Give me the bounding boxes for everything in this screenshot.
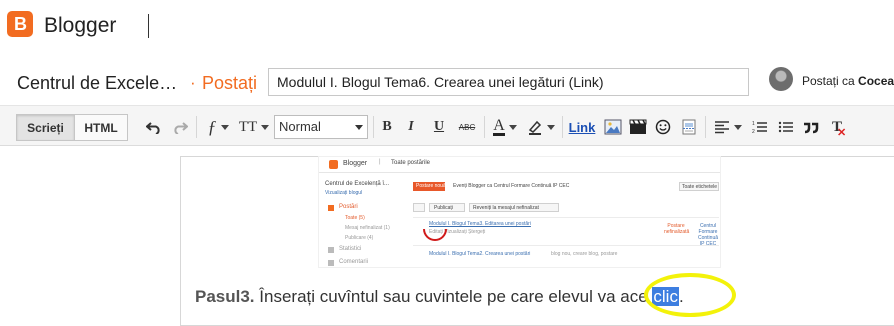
embedded-post2-meta: blog nou, creare blog, postare (551, 251, 618, 257)
embedded-revert-button: Reveniți la mesajul nefinalizat (469, 203, 559, 212)
italic-button[interactable]: I (403, 115, 419, 139)
app-divider (148, 14, 149, 38)
posting-as-label: Postați ca (802, 74, 855, 88)
avatar[interactable] (769, 67, 793, 91)
chevron-down-icon (220, 124, 229, 130)
embedded-view-blog: Vizualizați blogul (325, 190, 363, 196)
post-paragraph[interactable]: Pasul3. Înserați cuvîntul sau cuvintele … (195, 287, 684, 307)
chevron-down-icon (734, 124, 742, 130)
embedded-menu-published: Publicare (4) (345, 235, 374, 241)
app-bar: B Blogger (0, 0, 894, 56)
redo-icon[interactable] (170, 115, 190, 139)
embedded-menu-all: Toate (5) (345, 215, 365, 221)
clear-formatting-button[interactable]: T ✕ (827, 115, 847, 140)
step-label: Pasul3. (195, 287, 255, 306)
font-family-glyph: ƒ (207, 116, 217, 137)
chevron-down-icon (547, 124, 555, 130)
editor-toolbar: Scrieți HTML ƒ TT Normal B I U ABC A Lin… (0, 106, 894, 146)
embedded-new-post-label: Postare nouă (416, 183, 446, 189)
embedded-post2-title: Modulul I. Blogul Tema2. Crearea unei po… (429, 251, 531, 257)
highlight-color-button[interactable] (526, 115, 556, 139)
app-name[interactable]: Blogger (44, 14, 116, 38)
embedded-divider: | (379, 159, 381, 165)
strikethrough-button[interactable]: ABC (455, 115, 479, 139)
toolbar-divider (196, 116, 197, 138)
chevron-down-icon (261, 124, 270, 130)
paragraph-format-select[interactable]: Normal (274, 115, 368, 139)
post-header: Centrul de Excele… · Postați Postați ca … (0, 56, 894, 106)
embedded-post1-author: Centrul Formare Continuă IP CEC (697, 223, 718, 247)
embedded-posts-icon (328, 205, 334, 211)
embedded-row-divider (413, 245, 719, 246)
embedded-publish-label: Publicați (434, 205, 453, 211)
blogger-logo-letter: B (14, 14, 27, 34)
posting-as-user[interactable]: Coceas (858, 74, 894, 88)
insert-image-icon[interactable] (603, 115, 623, 139)
paragraph-text: Înserați cuvîntul sau cuvintele pe care … (254, 287, 621, 306)
highlighter-icon (528, 120, 542, 135)
embedded-post1-status: Postare nefinalizată (664, 223, 690, 235)
chevron-down-icon (355, 125, 363, 130)
toolbar-divider (562, 116, 563, 138)
bulleted-list-icon[interactable] (776, 115, 796, 139)
embedded-menu-posts: Postări (339, 204, 358, 210)
svg-text:2: 2 (752, 129, 755, 134)
jump-break-icon[interactable] (679, 115, 699, 139)
insert-video-icon[interactable] (628, 115, 648, 139)
undo-icon[interactable] (144, 115, 164, 139)
compose-mode-button[interactable]: Scrieți (16, 114, 75, 141)
numbered-list-icon[interactable]: 12 (750, 115, 770, 139)
font-family-button[interactable]: ƒ (203, 115, 233, 139)
underline-button[interactable]: U (430, 115, 448, 139)
toolbar-divider (705, 116, 706, 138)
link-button[interactable]: Link (568, 115, 596, 139)
embedded-all-posts: Toate postările (391, 160, 431, 166)
embedded-menu-comments: Comentarii (339, 259, 369, 265)
blog-name[interactable]: Centrul de Excele… (17, 73, 177, 94)
embedded-events-text: Evenți Blogger ca Centrul Formare Contin… (453, 183, 570, 189)
embedded-row-divider (413, 217, 719, 218)
embedded-publish-button: Publicați (429, 203, 465, 212)
embedded-brand: Blogger (343, 160, 368, 167)
emoji-icon[interactable] (653, 115, 673, 139)
embedded-select-checkbox (413, 203, 425, 212)
chevron-down-icon (508, 124, 517, 130)
align-left-icon (715, 121, 729, 134)
text-color-button[interactable]: A (490, 115, 520, 139)
embedded-new-post-button: Postare nouă (413, 182, 446, 191)
breadcrumb-separator: · (190, 73, 196, 92)
font-size-button[interactable]: TT (238, 115, 270, 139)
embedded-blog-name: Centrul de Excelență î... (325, 181, 390, 187)
clear-x-icon: ✕ (837, 127, 847, 139)
text-color-glyph: A (493, 117, 505, 136)
align-button[interactable] (712, 115, 744, 139)
blogger-logo-icon[interactable]: B (7, 11, 33, 37)
font-size-glyph: TT (238, 118, 258, 135)
paragraph-format-value: Normal (279, 119, 321, 134)
embedded-revert-label: Reveniți la mesajul nefinalizat (473, 205, 539, 211)
toolbar-divider (484, 116, 485, 138)
embedded-labels-label: Toate etichetele (682, 184, 718, 190)
embedded-red-underline (423, 229, 447, 241)
embedded-blogger-logo-icon (329, 160, 338, 169)
breadcrumb-posts[interactable]: Postați (202, 73, 257, 94)
embedded-post1-title: Modulul I. Blogul Tema3. Editarea unei p… (429, 221, 531, 227)
html-mode-button[interactable]: HTML (74, 114, 128, 141)
embedded-topbar: Blogger | Toate postările (319, 157, 720, 173)
embedded-labels-button: Toate etichetele (679, 182, 719, 191)
svg-text:1: 1 (752, 121, 755, 127)
quote-icon[interactable] (801, 115, 821, 139)
embedded-menu-drafts: Mesaj nefinalizat (1) (345, 225, 390, 231)
embedded-menu-stats: Statistici (339, 246, 362, 252)
embedded-comments-icon (328, 260, 334, 266)
embedded-stats-icon (328, 247, 334, 253)
embedded-screenshot[interactable]: Blogger | Toate postările Centrul de Exc… (318, 156, 721, 268)
posting-as: Postați ca Coceas (802, 74, 894, 88)
highlight-ring (644, 273, 736, 317)
post-title-input[interactable] (268, 68, 749, 96)
toolbar-divider (373, 116, 374, 138)
bold-button[interactable]: B (379, 115, 395, 139)
